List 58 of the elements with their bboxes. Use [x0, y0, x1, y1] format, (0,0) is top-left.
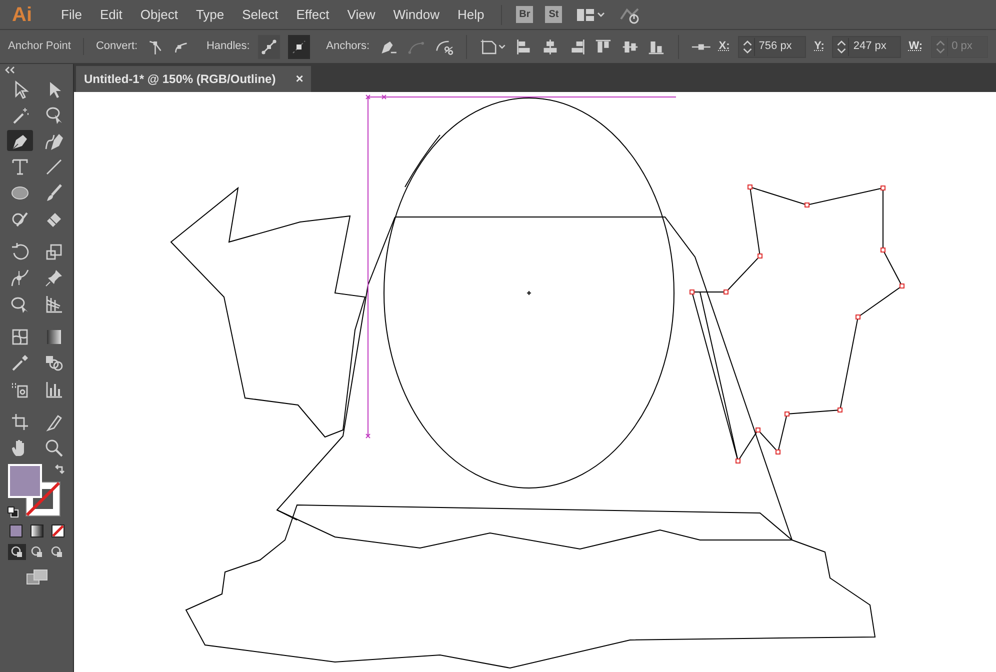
- tool-name-label: Anchor Point: [8, 38, 84, 55]
- anchors-label: Anchors:: [326, 39, 370, 54]
- menu-item[interactable]: Type: [186, 4, 234, 24]
- perspective-grid-icon: [44, 294, 64, 314]
- selected-path-drawing[interactable]: [690, 184, 904, 464]
- x-field[interactable]: 756 px: [738, 36, 806, 58]
- stepper-icon[interactable]: [835, 38, 850, 56]
- draw-mode-icon: [30, 546, 42, 558]
- menu-item[interactable]: Object: [131, 4, 187, 24]
- rotate-tool-icon: [10, 242, 30, 262]
- lasso-tool-icon: [44, 104, 64, 124]
- draw-mode-icon: [50, 546, 62, 558]
- none-mode-button[interactable]: [50, 524, 64, 538]
- handle-line-icon: [260, 38, 277, 54]
- menu-item[interactable]: Edit: [90, 4, 132, 24]
- menu-item[interactable]: File: [52, 4, 91, 24]
- gradient-mode-button[interactable]: [30, 524, 44, 538]
- document-tab-title: Untitled-1* @ 150% (RGB/Outline): [84, 71, 276, 88]
- w-field: 0 px: [930, 36, 988, 58]
- hide-handles-button[interactable]: [288, 34, 310, 58]
- draw-mode-icon: [10, 546, 22, 558]
- type-tool-icon: [10, 156, 30, 176]
- stepper-icon[interactable]: [740, 38, 755, 56]
- default-colors-icon[interactable]: [6, 506, 18, 518]
- eyedropper-tool-icon: [10, 352, 30, 372]
- hidden-handle-icon: [291, 38, 308, 54]
- screen-mode-icon[interactable]: [24, 568, 48, 586]
- handles-label: Handles:: [206, 39, 250, 54]
- width-tool-icon: [10, 268, 30, 288]
- app-button[interactable]: Br: [516, 6, 534, 23]
- app-button[interactable]: St: [545, 6, 562, 23]
- x-label: X:: [718, 39, 730, 54]
- scale-tool-icon: [44, 242, 64, 262]
- transform-menu-icon[interactable]: [479, 36, 507, 56]
- pen-tool-button[interactable]: [6, 130, 32, 151]
- document-tab[interactable]: Untitled-1* @ 150% (RGB/Outline) ×: [76, 66, 312, 92]
- menu-item[interactable]: Effect: [287, 4, 338, 24]
- fill-color-swatch[interactable]: [8, 464, 42, 498]
- menu-item[interactable]: Window: [384, 4, 448, 24]
- menu-item[interactable]: Select: [233, 4, 288, 24]
- pin-tool-icon: [44, 268, 64, 288]
- workspace-layout-icon[interactable]: [576, 6, 606, 22]
- y-field[interactable]: 247 px: [832, 36, 901, 58]
- close-button[interactable]: ×: [296, 69, 304, 89]
- zoom-tool-icon: [44, 438, 64, 458]
- y-label: Y:: [814, 39, 824, 54]
- mesh-tool-icon: [10, 326, 30, 346]
- convert-label: Convert:: [96, 39, 138, 54]
- color-mode-button[interactable]: [8, 524, 22, 538]
- menu-item[interactable]: View: [338, 4, 384, 24]
- collapse-panel-icon[interactable]: [4, 66, 16, 74]
- draw-normal-button[interactable]: [8, 544, 26, 560]
- artboard-tool-icon: [10, 412, 30, 432]
- app-logo: Ai: [11, 2, 33, 28]
- menu-item[interactable]: Help: [448, 4, 494, 24]
- show-handles-button[interactable]: [258, 34, 280, 58]
- w-label: W:: [908, 39, 923, 54]
- swap-colors-icon[interactable]: [54, 464, 66, 476]
